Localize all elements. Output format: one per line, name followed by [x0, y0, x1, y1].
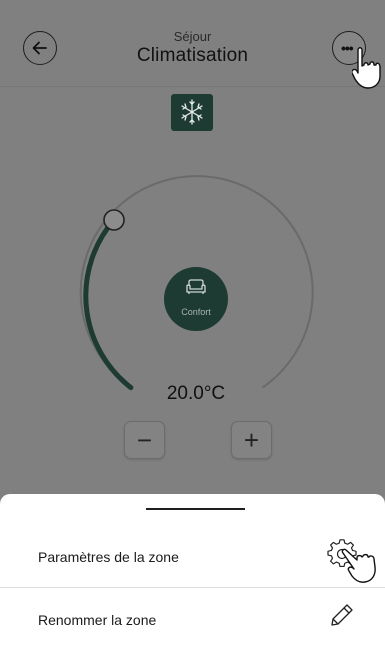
- increase-temperature-button[interactable]: +: [231, 421, 272, 459]
- menu-item-label: Renommer la zone: [38, 612, 157, 628]
- preset-label: Confort: [181, 307, 211, 317]
- minus-icon: −: [136, 425, 153, 455]
- decrease-temperature-button[interactable]: −: [124, 421, 165, 459]
- menu-item-rename-zone[interactable]: Renommer la zone: [0, 590, 385, 650]
- sheet-grab-handle[interactable]: [146, 508, 245, 510]
- setpoint-temperature: 20.0°C: [166, 383, 226, 404]
- plus-icon: +: [243, 425, 260, 455]
- screen: Séjour Climatisation ••• Confort 20.0°C …: [0, 0, 385, 652]
- menu-item-label: Paramètres de la zone: [38, 549, 179, 565]
- dial-handle: [103, 209, 125, 231]
- menu-item-zone-settings[interactable]: Paramètres de la zone: [0, 527, 385, 588]
- bottom-sheet: Paramètres de la zone Renommer la zone: [0, 494, 385, 652]
- pencil-icon: [331, 604, 353, 626]
- dial-progress: [83, 217, 134, 391]
- sofa-icon: [186, 279, 206, 294]
- pointer-hand-icon: [341, 548, 376, 583]
- preset-button[interactable]: Confort: [164, 267, 228, 331]
